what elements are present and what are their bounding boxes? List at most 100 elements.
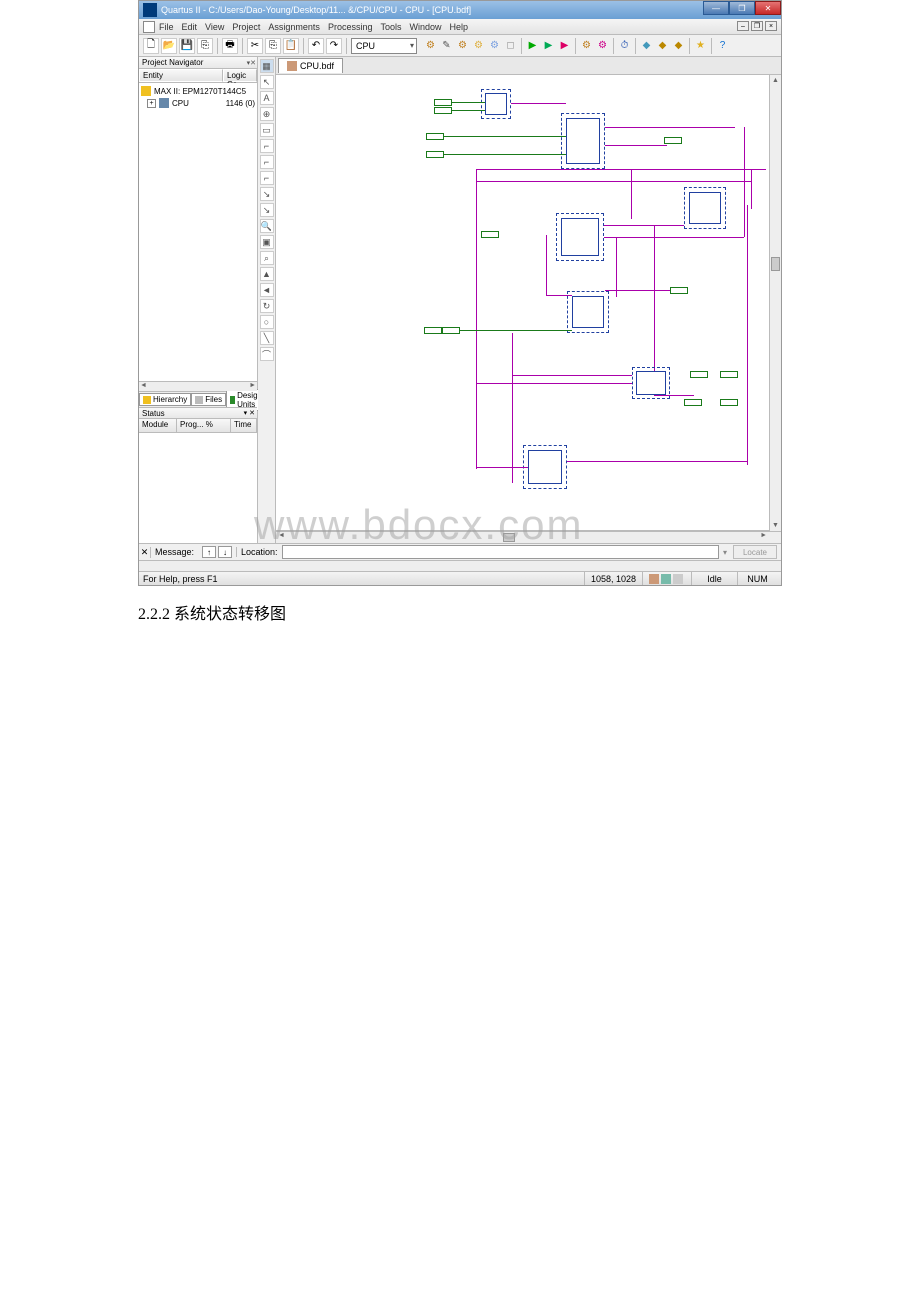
schematic-canvas[interactable]	[276, 75, 781, 531]
play-icon[interactable]: ▶	[525, 38, 540, 53]
gear1-icon[interactable]: ⚙	[455, 38, 470, 53]
tool-text-icon[interactable]: A	[260, 91, 274, 105]
tab-files[interactable]: Files	[191, 393, 226, 406]
tool-flipv-icon[interactable]: ▲	[260, 267, 274, 281]
saveall-icon[interactable]: ⎘	[197, 38, 213, 54]
tool-ortho1-icon[interactable]: ⌐	[260, 139, 274, 153]
msg-close-icon[interactable]: ✕	[139, 547, 151, 558]
play2-icon[interactable]: ▶	[541, 38, 556, 53]
status-pin-icon[interactable]: ▾ ✕	[244, 409, 255, 417]
menu-view[interactable]: View	[205, 22, 224, 32]
nav-tabs: Hierarchy Files Design Units	[139, 391, 257, 407]
location-dropdown-icon[interactable]: ▾	[723, 548, 733, 557]
pencil-icon[interactable]: ✎	[439, 38, 454, 53]
project-tree[interactable]: MAX II: EPM1270T144C5 + CPU 1146 (0)	[139, 83, 257, 381]
files-icon	[195, 396, 203, 404]
status-coords: 1058, 1028	[584, 572, 642, 585]
msg-label: Message:	[151, 547, 198, 557]
entity-cpu[interactable]: CPU	[172, 99, 189, 108]
mdi-restore[interactable]: ❐	[751, 21, 763, 31]
canvas-hscroll[interactable]	[276, 531, 781, 543]
menubar: File Edit View Project Assignments Proce…	[139, 19, 781, 35]
maximize-button[interactable]: ❐	[729, 1, 755, 15]
tool-find-icon[interactable]: ⌕	[260, 251, 274, 265]
canvas-vscroll[interactable]	[769, 75, 781, 531]
col-entity[interactable]: Entity	[139, 69, 223, 82]
file-tab-cpu[interactable]: CPU.bdf	[278, 58, 343, 73]
menu-window[interactable]: Window	[409, 22, 441, 32]
nav-pin-icon[interactable]: ▾ ✕	[247, 59, 255, 67]
compile2-icon[interactable]: ⚙	[595, 38, 610, 53]
tool-fullscreen-icon[interactable]: ▣	[260, 235, 274, 249]
status-col-time[interactable]: Time	[231, 419, 257, 432]
tool-pointer-icon[interactable]: ↖	[260, 75, 274, 89]
cut-icon[interactable]: ✂	[247, 38, 263, 54]
editor-tabs: CPU.bdf	[276, 57, 781, 75]
compile1-icon[interactable]: ⚙	[579, 38, 594, 53]
tool-ortho2-icon[interactable]: ⌐	[260, 155, 274, 169]
gear2-icon[interactable]: ⚙	[471, 38, 486, 53]
help-icon[interactable]: ?	[715, 38, 730, 53]
close-button[interactable]: ✕	[755, 1, 781, 15]
status-header: Status ▾ ✕	[139, 407, 257, 419]
new-icon[interactable]: 🗋	[143, 38, 159, 54]
menu-help[interactable]: Help	[450, 22, 469, 32]
msg-down-button[interactable]: ↓	[218, 546, 232, 558]
locate-button[interactable]: Locate	[733, 545, 777, 559]
tool-block-icon[interactable]: ▦	[260, 59, 274, 73]
tool-ellipse-icon[interactable]: ○	[260, 315, 274, 329]
tab-hierarchy[interactable]: Hierarchy	[139, 393, 191, 406]
menu-processing[interactable]: Processing	[328, 22, 373, 32]
tool-line-icon[interactable]: ╲	[260, 331, 274, 345]
play3-icon[interactable]: ▶	[557, 38, 572, 53]
paste-icon[interactable]: 📋	[283, 38, 299, 54]
status-idle: Idle	[691, 572, 737, 585]
toolstrip: ▦ ↖ A ⊕ ▭ ⌐ ⌐ ⌐ ↘ ↘ 🔍 ▣ ⌕ ▲ ◄ ↻ ○ ╲ ⌒	[258, 57, 276, 543]
tool-ortho3-icon[interactable]: ⌐	[260, 171, 274, 185]
timing-icon[interactable]: ⏱	[617, 38, 632, 53]
menu-file[interactable]: File	[159, 22, 174, 32]
status-col-module[interactable]: Module	[139, 419, 177, 432]
bdf-icon	[287, 61, 297, 71]
expand-icon[interactable]: +	[147, 99, 156, 108]
col-logic[interactable]: Logic Ce	[223, 69, 257, 82]
tool-rotate-icon[interactable]: ↻	[260, 299, 274, 313]
redo-icon[interactable]: ↷	[326, 38, 342, 54]
chip3-icon[interactable]: ◆	[671, 38, 686, 53]
copy-icon[interactable]: ⎘	[265, 38, 281, 54]
settings-icon[interactable]: ⚙	[423, 38, 438, 53]
tool-diag1-icon[interactable]: ↘	[260, 187, 274, 201]
undo-icon[interactable]: ↶	[308, 38, 324, 54]
chip1-icon[interactable]: ◆	[639, 38, 654, 53]
menu-tools[interactable]: Tools	[380, 22, 401, 32]
project-dropdown[interactable]: CPU	[351, 38, 417, 54]
menu-project[interactable]: Project	[232, 22, 260, 32]
status-body	[139, 433, 257, 543]
star-icon[interactable]: ★	[693, 38, 708, 53]
entity-cpu-value: 1146 (0)	[226, 99, 255, 108]
tree-hscroll[interactable]	[139, 381, 257, 391]
tool-rect-icon[interactable]: ▭	[260, 123, 274, 137]
tool-fliph-icon[interactable]: ◄	[260, 283, 274, 297]
minimize-button[interactable]: —	[703, 1, 729, 15]
open-icon[interactable]: 📂	[161, 38, 177, 54]
menu-edit[interactable]: Edit	[182, 22, 198, 32]
status-col-prog[interactable]: Prog... %	[177, 419, 231, 432]
indicator3-icon	[673, 574, 683, 584]
stop-icon[interactable]: ◻	[503, 38, 518, 53]
gear3-icon[interactable]: ⚙	[487, 38, 502, 53]
menu-assignments[interactable]: Assignments	[268, 22, 320, 32]
mdi-close[interactable]: ×	[765, 21, 777, 31]
tool-arc-icon[interactable]: ⌒	[260, 347, 274, 361]
save-icon[interactable]: 💾	[179, 38, 195, 54]
mdi-minimize[interactable]: –	[737, 21, 749, 31]
tool-symbol-icon[interactable]: ⊕	[260, 107, 274, 121]
dropdown-value: CPU	[356, 41, 375, 51]
tool-zoom-icon[interactable]: 🔍	[260, 219, 274, 233]
msg-up-button[interactable]: ↑	[202, 546, 216, 558]
location-field[interactable]	[282, 545, 719, 559]
print-icon[interactable]: 🖶	[222, 38, 238, 54]
window-title: Quartus II - C:/Users/Dao-Young/Desktop/…	[161, 5, 471, 15]
chip2-icon[interactable]: ◆	[655, 38, 670, 53]
tool-diag2-icon[interactable]: ↘	[260, 203, 274, 217]
